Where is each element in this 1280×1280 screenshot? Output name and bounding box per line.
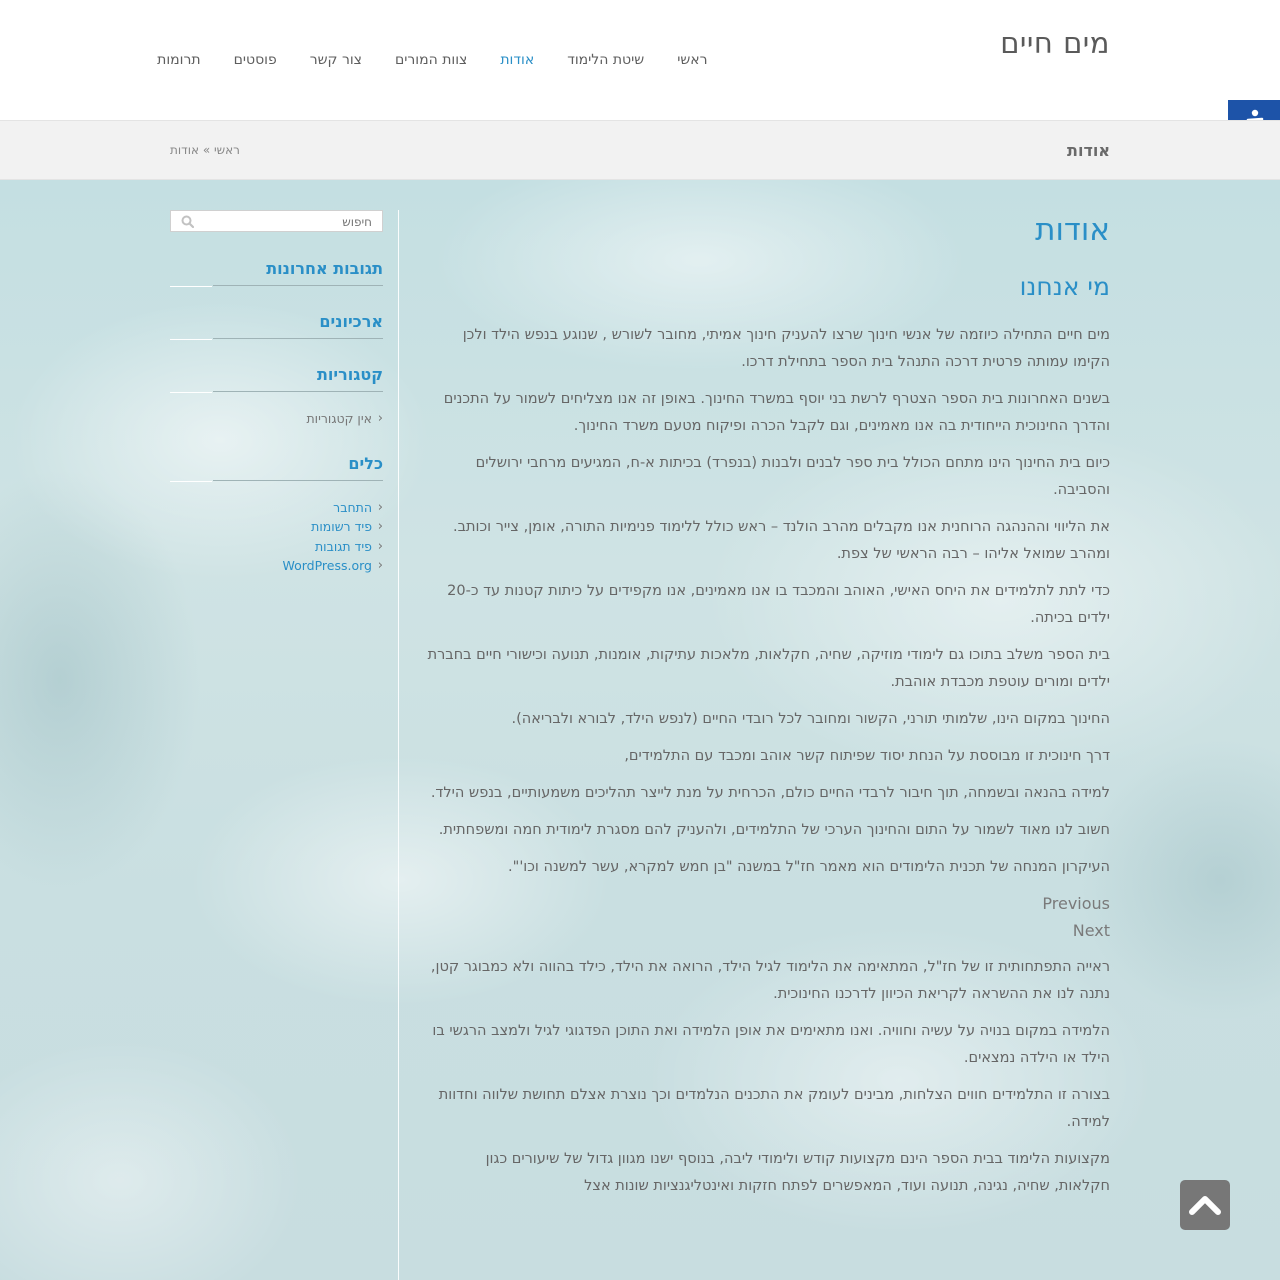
nav-item-home[interactable]: ראשי bbox=[661, 50, 724, 70]
login-link[interactable]: התחבר bbox=[333, 500, 372, 515]
category-list: אין קטגוריות bbox=[170, 409, 383, 429]
widget-title: ארכיונים bbox=[319, 312, 383, 331]
widget-divider bbox=[170, 338, 383, 340]
scroll-to-top-button[interactable] bbox=[1180, 1180, 1230, 1230]
widget-divider bbox=[170, 479, 383, 482]
search-icon[interactable] bbox=[181, 215, 194, 228]
slider-previous-link[interactable]: Previous bbox=[426, 890, 1110, 917]
chevron-up-icon bbox=[1189, 1196, 1221, 1215]
breadcrumb[interactable]: ראשי » אודות bbox=[170, 143, 240, 157]
paragraph: חשוב לנו מאוד לשמור על התום והחינוך הערכ… bbox=[438, 822, 1110, 838]
nav-item-posts[interactable]: פוסטים bbox=[217, 50, 293, 70]
paragraph: בצורה זו התלמידים חווים הצלחות, מבינים ל… bbox=[438, 1087, 1110, 1130]
paragraph: הלמידה במקום בנויה על עשיה וחוויה. ואנו … bbox=[432, 1023, 1110, 1066]
paragraph: כיום בית החינוך הינו מתחם הכולל בית ספר … bbox=[475, 455, 1110, 498]
slider-nav: Previous Next bbox=[426, 890, 1110, 944]
widget-recent-comments: תגובות אחרונות bbox=[170, 258, 383, 287]
page-bar-title: אודות bbox=[1067, 141, 1110, 160]
paragraph: ראייה התפתחותית זו של חז"ל, המתאימה את ה… bbox=[430, 959, 1110, 1002]
search-input[interactable] bbox=[171, 212, 382, 232]
list-item: אין קטגוריות bbox=[170, 409, 383, 429]
paragraph: בשנים האחרונות בית הספר הצטרף לרשת בני י… bbox=[443, 391, 1110, 434]
comments-feed-link[interactable]: פיד תגובות bbox=[315, 539, 372, 554]
paragraph: מקצועות הלימוד בבית הספר הינם מקצועות קו… bbox=[485, 1151, 1110, 1194]
sidebar: תגובות אחרונות ארכיונים קטגוריות אין קטג… bbox=[170, 210, 383, 576]
meta-list: התחבר פיד רשומות פיד תגובות WordPress.or… bbox=[170, 498, 383, 576]
site-header: מים חיים ראשי שיטת הלימוד אודות צוות המו… bbox=[0, 0, 1280, 120]
widget-divider bbox=[170, 391, 383, 393]
paragraph: כדי לתת לתלמידים את היחס האישי, האוהב וה… bbox=[447, 583, 1110, 626]
nav-item-about[interactable]: אודות bbox=[484, 50, 551, 70]
widget-categories: קטגוריות אין קטגוריות bbox=[170, 364, 383, 429]
widget-title: תגובות אחרונות bbox=[266, 259, 383, 278]
paragraph: למידה בהנאה ובשמחה, תוך חיבור לרבדי החיי… bbox=[430, 785, 1110, 801]
paragraph: החינוך במקום הינו, שלמותי תורני, הקשור ו… bbox=[511, 711, 1110, 727]
list-item: התחבר bbox=[170, 498, 383, 518]
entries-feed-link[interactable]: פיד רשומות bbox=[311, 519, 372, 534]
nav-item-donations[interactable]: תרומות bbox=[141, 50, 217, 70]
nav-item-contact[interactable]: צור קשר bbox=[293, 50, 378, 70]
widget-divider bbox=[170, 285, 383, 287]
list-item: פיד תגובות bbox=[170, 537, 383, 557]
list-item: WordPress.org bbox=[170, 556, 383, 576]
section-title: מי אנחנו bbox=[1019, 272, 1110, 301]
sidebar-divider bbox=[398, 210, 399, 1280]
no-categories-text: אין קטגוריות bbox=[306, 411, 372, 426]
widget-meta: כלים התחבר פיד רשומות פיד תגובות WordPre… bbox=[170, 453, 383, 576]
search-form bbox=[170, 210, 383, 232]
paragraph: דרך חינוכית זו מבוססת על הנחת יסוד שפיתו… bbox=[624, 748, 1110, 764]
paragraph: את הליווי וההנהגה הרוחנית אנו מקבלים מהר… bbox=[453, 519, 1110, 535]
paragraph: בית הספר משלב בתוכו גם לימודי מוזיקה, שח… bbox=[427, 647, 1110, 690]
main-nav: ראשי שיטת הלימוד אודות צוות המורים צור ק… bbox=[141, 50, 724, 70]
nav-item-learning-method[interactable]: שיטת הלימוד bbox=[551, 50, 661, 70]
slider-next-link[interactable]: Next bbox=[426, 917, 1110, 944]
widget-title: קטגוריות bbox=[316, 365, 383, 384]
paragraph: העיקרון המנחה של תכנית הלימודים הוא מאמר… bbox=[508, 859, 1110, 875]
article: אודות מי אנחנו מים חיים התחילה כיוזמה של… bbox=[426, 210, 1110, 1200]
paragraph: מים חיים התחילה כיוזמה של אנשי חינוך שרצ… bbox=[462, 327, 1110, 370]
widget-title: כלים bbox=[348, 453, 383, 473]
list-item: פיד רשומות bbox=[170, 517, 383, 537]
wordpress-org-link[interactable]: WordPress.org bbox=[282, 558, 372, 573]
nav-item-staff[interactable]: צוות המורים bbox=[378, 50, 483, 70]
widget-archives: ארכיונים bbox=[170, 311, 383, 340]
page-title: אודות bbox=[1035, 212, 1110, 248]
site-title[interactable]: מים חיים bbox=[1000, 26, 1110, 60]
paragraph: ומהרב שמואל אליהו – רבה הראשי של צפת. bbox=[836, 546, 1110, 562]
page-title-bar: אודות ראשי » אודות bbox=[0, 120, 1280, 180]
